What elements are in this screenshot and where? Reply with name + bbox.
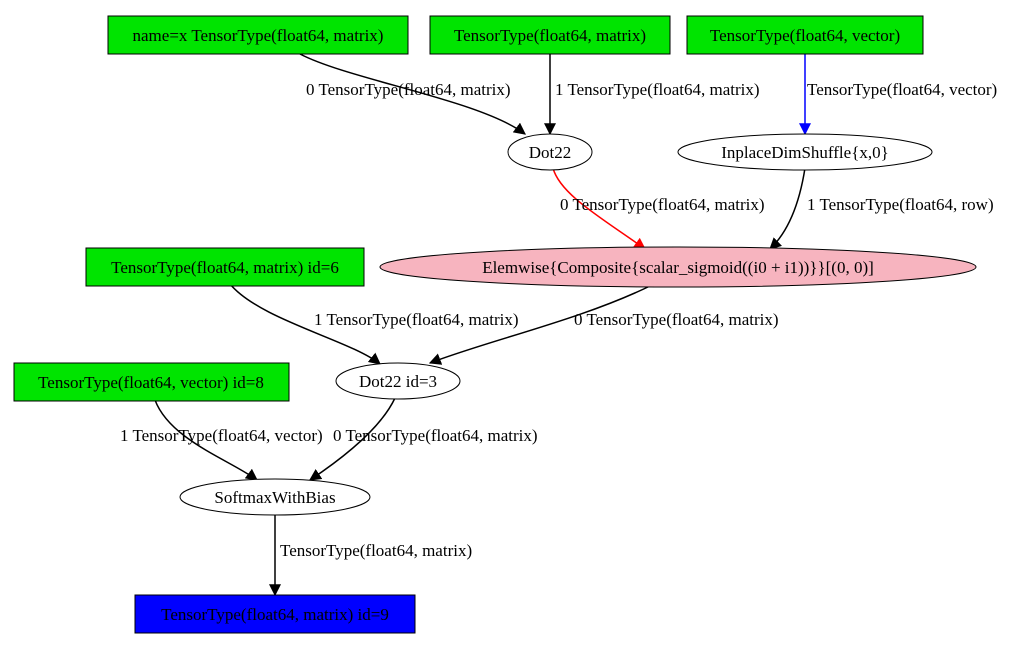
edge-label: 0 TensorType(float64, matrix) (333, 426, 538, 445)
node-label: TensorType(float64, vector) id=8 (38, 373, 264, 392)
node-label: TensorType(float64, vector) (710, 26, 900, 45)
node-label: TensorType(float64, matrix) (454, 26, 646, 45)
edge-label: 1 TensorType(float64, matrix) (555, 80, 760, 99)
node-label: TensorType(float64, matrix) id=9 (161, 605, 389, 624)
node-label: InplaceDimShuffle{x,0} (721, 143, 889, 162)
edge-label: 0 TensorType(float64, matrix) (306, 80, 511, 99)
computation-graph: 0 TensorType(float64, matrix) 1 TensorTy… (0, 0, 1019, 645)
edge-label: 0 TensorType(float64, matrix) (574, 310, 779, 329)
node-label: Elemwise{Composite{scalar_sigmoid((i0 + … (482, 258, 874, 277)
edge-label: 1 TensorType(float64, row) (807, 195, 994, 214)
edge-label: TensorType(float64, vector) (807, 80, 997, 99)
node-label: Dot22 id=3 (359, 372, 437, 391)
edge-label: 1 TensorType(float64, vector) (120, 426, 323, 445)
node-label: SoftmaxWithBias (214, 488, 335, 507)
edge-label: TensorType(float64, matrix) (280, 541, 472, 560)
edge-label: 0 TensorType(float64, matrix) (560, 195, 765, 214)
edge-dimshuffle-to-elemwise (770, 168, 805, 249)
node-label: TensorType(float64, matrix) id=6 (111, 258, 339, 277)
node-label: Dot22 (529, 143, 572, 162)
node-label: name=x TensorType(float64, matrix) (133, 26, 384, 45)
edge-label: 1 TensorType(float64, matrix) (314, 310, 519, 329)
